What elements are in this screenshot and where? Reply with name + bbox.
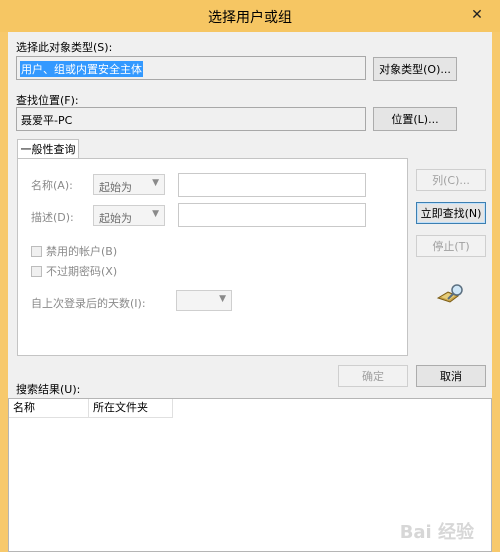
non-expiring-label: 不过期密码(X) (46, 265, 118, 278)
location-label: 查找位置(F): (16, 94, 79, 107)
disabled-accounts-label: 禁用的帐户(B) (46, 245, 118, 258)
search-users-icon (436, 282, 466, 306)
title-bar: 选择用户或组 ✕ (0, 0, 500, 32)
location-field: 聂爱平-PC (16, 107, 366, 131)
stop-button[interactable]: 停止(T) (416, 235, 486, 257)
object-types-button[interactable]: 对象类型(O)... (373, 57, 457, 81)
baidu-watermark: Bai 经验 (399, 522, 474, 543)
locations-button[interactable]: 位置(L)... (373, 107, 457, 131)
common-queries-panel: 名称(A): 起始为 ▼ 描述(D): 起始为 ▼ 禁用的帐户(B) 不过期密码… (17, 158, 408, 356)
column-header-folder[interactable]: 所在文件夹 (89, 399, 173, 418)
disabled-accounts-option[interactable]: 禁用的帐户(B) (31, 243, 117, 259)
description-label: 描述(D): (31, 211, 74, 224)
disabled-accounts-checkbox[interactable] (31, 245, 42, 257)
close-button[interactable]: ✕ (466, 6, 488, 24)
days-since-logon-label: 自上次登录后的天数(I): (31, 297, 146, 310)
non-expiring-option[interactable]: 不过期密码(X) (31, 263, 117, 279)
search-results-label: 搜索结果(U): (16, 383, 81, 396)
name-input[interactable] (178, 173, 366, 197)
description-mode-select[interactable]: 起始为 ▼ (93, 205, 165, 226)
description-mode-value: 起始为 (99, 212, 132, 225)
object-type-value: 用户、组或内置安全主体 (20, 61, 143, 77)
chevron-down-icon: ▼ (152, 209, 159, 219)
days-since-logon-select[interactable]: ▼ (176, 290, 232, 311)
cancel-button[interactable]: 取消 (416, 365, 486, 387)
location-value: 聂爱平-PC (21, 114, 73, 127)
close-icon: ✕ (471, 7, 483, 23)
window-title: 选择用户或组 (208, 10, 292, 26)
find-now-button[interactable]: 立即查找(N) (416, 202, 486, 224)
name-mode-value: 起始为 (99, 181, 132, 194)
description-input[interactable] (178, 203, 366, 227)
ok-button[interactable]: 确定 (338, 365, 408, 387)
chevron-down-icon: ▼ (219, 294, 226, 304)
columns-button[interactable]: 列(C)... (416, 169, 486, 191)
object-type-field: 用户、组或内置安全主体 (16, 56, 366, 80)
column-header-name[interactable]: 名称 (9, 399, 89, 418)
non-expiring-checkbox[interactable] (31, 265, 42, 277)
object-type-label: 选择此对象类型(S): (16, 41, 113, 54)
tab-common-queries[interactable]: 一般性查询 (17, 139, 79, 159)
dialog-body: 选择此对象类型(S): 用户、组或内置安全主体 对象类型(O)... 查找位置(… (8, 32, 492, 552)
chevron-down-icon: ▼ (152, 178, 159, 188)
name-mode-select[interactable]: 起始为 ▼ (93, 174, 165, 195)
name-label: 名称(A): (31, 179, 73, 192)
